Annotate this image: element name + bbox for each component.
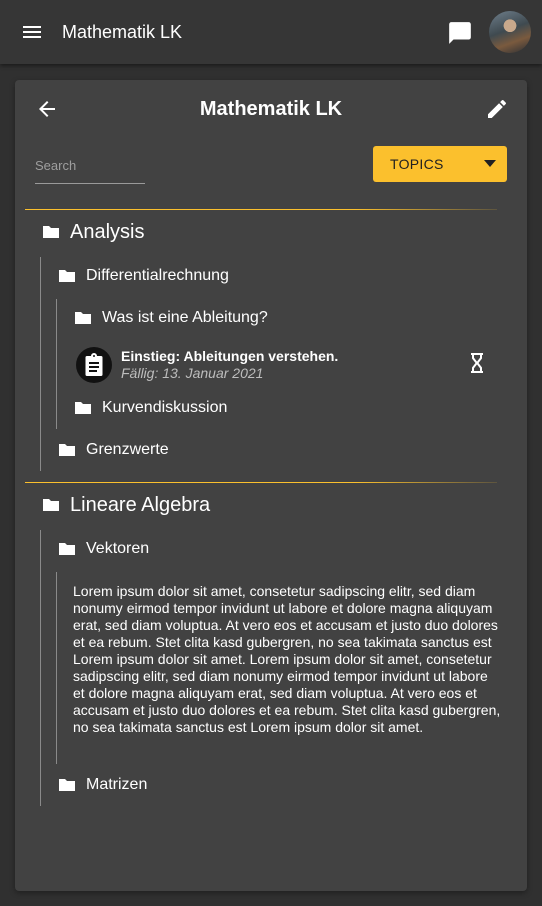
subtopic-label: Was ist eine Ableitung? [102,309,268,326]
folder-icon [43,226,59,238]
subtopic-matrizen[interactable]: Matrizen [58,775,147,795]
subtopic-label: Vektoren [86,540,150,557]
folder-icon [59,779,75,791]
search-input[interactable] [35,152,145,178]
tree-guide-line [56,299,57,429]
subtopic-label: Grenzwerte [86,441,169,458]
subtopic-kurvendiskussion[interactable]: Kurvendiskussion [74,398,227,418]
subtopic-label: Differentialrechnung [86,267,229,284]
app-title: Mathematik LK [62,22,183,42]
folder-icon [43,499,59,511]
course-card: Mathematik LK TOPICS Analysis Differenti… [15,80,527,891]
folder-icon [59,444,75,456]
topic-label: Lineare Algebra [70,494,211,516]
app-bar: Mathematik LK [0,0,542,64]
subtopic-differentialrechnung[interactable]: Differentialrechnung [58,266,229,286]
folder-icon [59,543,75,555]
menu-icon[interactable] [20,20,44,44]
user-avatar[interactable] [489,11,531,53]
tree-guide-line [40,530,41,806]
clipboard-icon [76,347,112,383]
topic-lineare-algebra[interactable]: Lineare Algebra [42,493,210,517]
hourglass-icon [469,352,485,374]
folder-icon [75,312,91,324]
subtopic-was-ist-eine-ableitung[interactable]: Was ist eine Ableitung? [74,308,268,328]
assignment-item[interactable]: Einstieg: Ableitungen verstehen. Fällig:… [76,346,496,384]
assignment-title: Einstieg: Ableitungen verstehen. [121,348,339,364]
folder-icon [59,270,75,282]
topic-description: Lorem ipsum dolor sit amet, consetetur s… [73,583,501,735]
chat-icon[interactable] [447,20,473,46]
course-title: Mathematik LK [199,98,343,120]
subtopic-vektoren[interactable]: Vektoren [58,539,149,559]
topic-analysis[interactable]: Analysis [42,220,144,244]
tree-guide-line [40,257,41,471]
topic-label: Analysis [70,221,145,243]
subtopic-grenzwerte[interactable]: Grenzwerte [58,440,169,460]
topics-select[interactable]: TOPICS [373,146,507,182]
pencil-icon[interactable] [485,97,509,121]
section-divider [25,482,497,483]
assignment-due-date: Fällig: 13. Januar 2021 [121,365,264,381]
chevron-down-icon [484,160,496,167]
search-field[interactable] [35,152,145,184]
tree-guide-line [56,572,57,764]
section-divider [25,209,497,210]
folder-icon [75,402,91,414]
topics-select-label: TOPICS [390,156,444,172]
subtopic-label: Kurvendiskussion [102,399,228,416]
subtopic-label: Matrizen [86,776,148,793]
